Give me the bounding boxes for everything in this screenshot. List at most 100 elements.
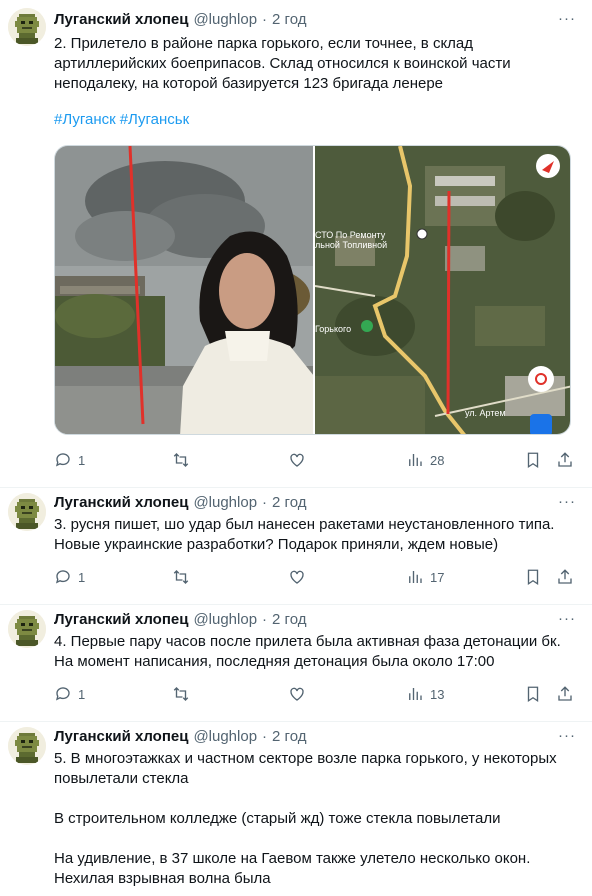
tweet-text: 2. Прилетело в районе парка горького, ес…: [54, 34, 574, 130]
avatar[interactable]: [8, 493, 46, 531]
views-button[interactable]: 17: [406, 567, 444, 587]
author-handle[interactable]: @lughlop: [193, 10, 257, 30]
like-button[interactable]: [288, 567, 306, 587]
views-icon: [409, 454, 422, 466]
retweet-icon: [173, 687, 189, 701]
separator-dot: ·: [262, 728, 268, 745]
reply-button[interactable]: 1: [54, 567, 85, 587]
tweet[interactable]: Луганский хлопец @lughlop · 2 год ··· 2.…: [0, 0, 592, 488]
bookmark-button[interactable]: [524, 567, 542, 587]
hashtag-link[interactable]: #Луганськ: [120, 111, 190, 128]
retweet-icon: [173, 453, 189, 467]
tweet-text: 5. В многоэтажках и частном секторе возл…: [54, 749, 574, 889]
heart-icon: [290, 570, 304, 584]
tweet-text: 4. Первые пару часов после прилета была …: [54, 632, 574, 672]
retweet-button[interactable]: [172, 450, 190, 470]
author-name[interactable]: Луганский хлопец: [54, 493, 188, 513]
text-line: артиллерийских боеприпасов. Склад относи…: [54, 55, 511, 72]
retweet-button[interactable]: [172, 567, 190, 587]
views-button[interactable]: 28: [406, 450, 444, 470]
author-name[interactable]: Луганский хлопец: [54, 10, 188, 30]
more-options-icon[interactable]: ···: [558, 727, 576, 744]
more-options-icon[interactable]: ···: [558, 610, 576, 627]
reply-count: 1: [78, 569, 86, 585]
hashtag-link[interactable]: #Луганск: [54, 111, 116, 128]
media-grid[interactable]: СТО По Ремонту льной Топливной Горького …: [54, 145, 571, 435]
tweet[interactable]: Луганский хлопец @lughlop · 2 год ··· 5.…: [0, 722, 592, 896]
author-handle[interactable]: @lughlop: [193, 493, 257, 513]
map-label: ул. Артем: [465, 408, 506, 418]
text-line: 3. русня пишет, шо удар был нанесен раке…: [54, 516, 555, 533]
tweet-header: Луганский хлопец @lughlop · 2 год: [54, 10, 306, 30]
share-button[interactable]: [556, 684, 574, 704]
text-line: Нехилая взрывная волна была: [54, 870, 271, 887]
share-icon: [558, 686, 572, 701]
reply-icon: [55, 453, 70, 467]
view-count: 17: [430, 569, 445, 585]
like-button[interactable]: [288, 684, 306, 704]
more-options-icon[interactable]: ···: [558, 10, 576, 27]
like-button[interactable]: [288, 450, 306, 470]
text-line: В строительном колледже (старый жд) тоже…: [54, 810, 501, 827]
tweet-header: Луганский хлопец @lughlop · 2 год: [54, 727, 306, 747]
author-name[interactable]: Луганский хлопец: [54, 610, 188, 630]
action-bar: 1 13: [54, 684, 574, 704]
avatar[interactable]: [8, 610, 46, 648]
reply-icon: [55, 687, 70, 701]
action-bar: 1 17: [54, 567, 574, 587]
timestamp[interactable]: 2 год: [272, 493, 306, 513]
bookmark-button[interactable]: [524, 684, 542, 704]
text-line: [54, 789, 574, 809]
photo-woman-smoke[interactable]: [55, 146, 313, 434]
text-line: неподалеку, на которой базируется 123 бр…: [54, 75, 444, 92]
text-line: 4. Первые пару часов после прилета была …: [54, 633, 561, 650]
separator-dot: ·: [262, 11, 268, 28]
view-count: 28: [430, 452, 445, 468]
tweet[interactable]: Луганский хлопец @lughlop · 2 год ··· 4.…: [0, 605, 592, 722]
tweet[interactable]: Луганский хлопец @lughlop · 2 год ··· 3.…: [0, 488, 592, 605]
timestamp[interactable]: 2 год: [272, 727, 306, 747]
views-icon: [409, 571, 422, 583]
hashtags: #Луганск #Луганськ: [54, 110, 574, 130]
map-label: льной Топливной: [315, 240, 387, 250]
tweet-header: Луганский хлопец @lughlop · 2 год: [54, 493, 306, 513]
author-name[interactable]: Луганский хлопец: [54, 727, 188, 747]
tweet-text: 3. русня пишет, шо удар был нанесен раке…: [54, 515, 574, 555]
separator-dot: ·: [262, 611, 268, 628]
map-label: СТО По Ремонту: [315, 230, 386, 240]
avatar[interactable]: [8, 727, 46, 765]
reply-button[interactable]: 1: [54, 684, 85, 704]
bookmark-icon: [527, 686, 539, 703]
avatar[interactable]: [8, 8, 46, 46]
reply-count: 1: [78, 452, 86, 468]
text-line: На момент написания, последняя детонация…: [54, 653, 495, 670]
text-line: 5. В многоэтажках и частном секторе возл…: [54, 750, 557, 767]
share-button[interactable]: [556, 450, 574, 470]
satellite-map[interactable]: СТО По Ремонту льной Топливной Горького …: [313, 146, 570, 434]
bookmark-icon: [527, 569, 539, 586]
views-button[interactable]: 13: [406, 684, 444, 704]
bookmark-icon: [527, 452, 539, 469]
heart-icon: [290, 687, 304, 701]
share-icon: [558, 452, 572, 467]
retweet-button[interactable]: [172, 684, 190, 704]
text-line: [54, 829, 574, 849]
reply-button[interactable]: 1: [54, 450, 85, 470]
timestamp[interactable]: 2 год: [272, 610, 306, 630]
reply-count: 1: [78, 686, 86, 702]
text-line: 2. Прилетело в районе парка горького, ес…: [54, 35, 474, 52]
views-icon: [409, 688, 422, 700]
author-handle[interactable]: @lughlop: [193, 727, 257, 747]
map-label: Горького: [315, 324, 351, 334]
more-options-icon[interactable]: ···: [558, 493, 576, 510]
view-count: 13: [430, 686, 445, 702]
tweet-header: Луганский хлопец @lughlop · 2 год: [54, 610, 306, 630]
share-button[interactable]: [556, 567, 574, 587]
bookmark-button[interactable]: [524, 450, 542, 470]
timestamp[interactable]: 2 год: [272, 10, 306, 30]
text-line: повылетали стекла: [54, 770, 189, 787]
retweet-icon: [173, 570, 189, 584]
author-handle[interactable]: @lughlop: [193, 610, 257, 630]
text-line: Новые украинские разработки? Подарок при…: [54, 536, 499, 553]
reply-icon: [55, 570, 70, 584]
